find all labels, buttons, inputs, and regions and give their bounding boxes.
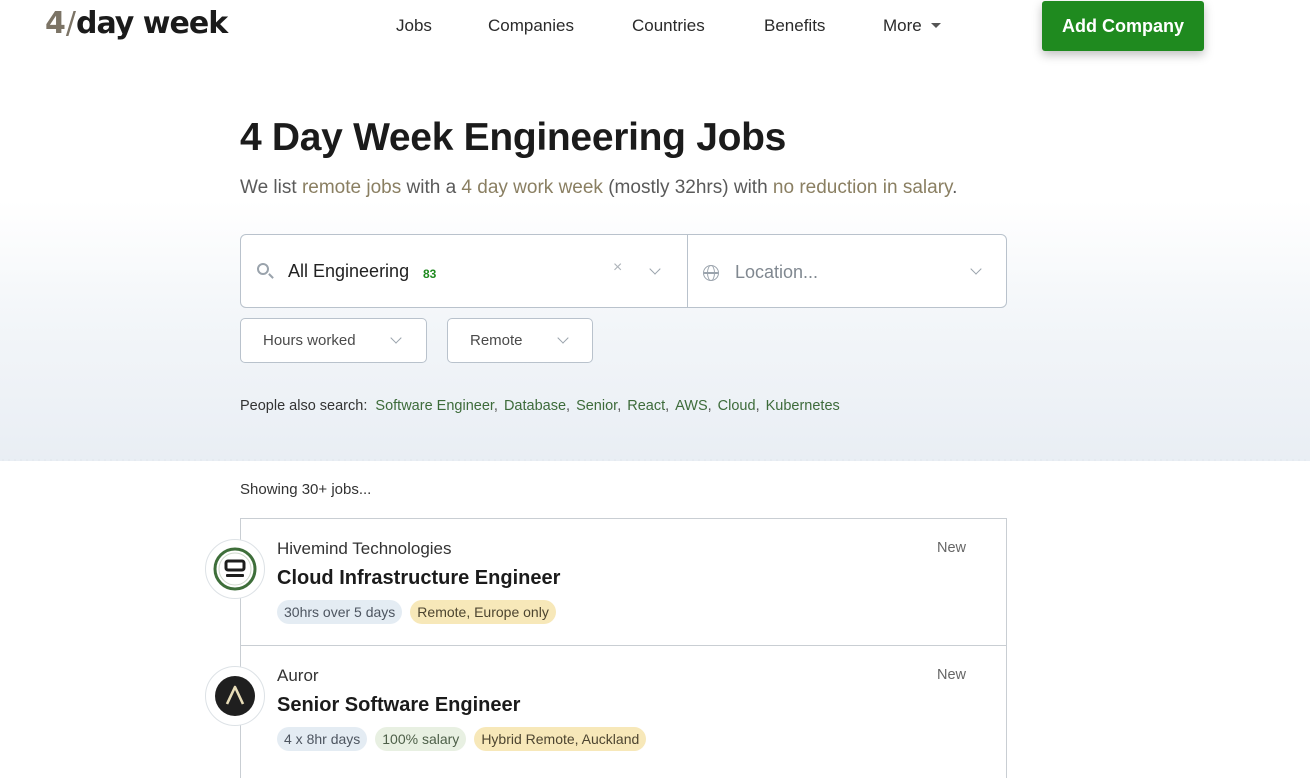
site-logo[interactable]: 4/day week: [45, 6, 228, 46]
also-search-tag[interactable]: React: [627, 398, 665, 414]
hours-worked-dropdown[interactable]: Hours worked: [240, 318, 427, 363]
page-title: 4 Day Week Engineering Jobs: [240, 116, 787, 159]
location-input[interactable]: [735, 259, 965, 285]
add-company-button[interactable]: Add Company: [1042, 1, 1204, 51]
company-name[interactable]: Hivemind Technologies: [277, 539, 452, 559]
nav-more[interactable]: More: [883, 16, 941, 36]
subtitle-text: .: [952, 177, 958, 198]
job-card[interactable]: Hivemind Technologies Cloud Infrastructu…: [205, 519, 1006, 645]
job-list: Hivemind Technologies Cloud Infrastructu…: [205, 518, 1007, 778]
hours-badge: 4 x 8hr days: [277, 727, 368, 751]
dotted-divider: [0, 459, 1310, 461]
logo-wordmark: day week: [75, 6, 228, 41]
subtitle-text: with a: [401, 177, 462, 198]
category-count-badge: 83: [423, 267, 437, 281]
subtitle-link-4-day-week[interactable]: 4 day work week: [461, 177, 603, 198]
hours-badge: 30hrs over 5 days: [277, 600, 403, 624]
subtitle-link-no-reduction[interactable]: no reduction in salary: [773, 177, 952, 198]
hours-worked-label: Hours worked: [263, 332, 356, 349]
also-search-label: People also search:: [240, 398, 368, 414]
search-divider: [687, 235, 688, 307]
job-card[interactable]: Auror Senior Software Engineer 4 x 8hr d…: [205, 645, 1006, 771]
nav-countries[interactable]: Countries: [632, 16, 705, 36]
company-name[interactable]: Auror: [277, 666, 319, 686]
subtitle-text: (mostly 32hrs) with: [602, 177, 773, 198]
chevron-down-icon: [557, 332, 569, 344]
job-title[interactable]: Cloud Infrastructure Engineer: [277, 567, 560, 590]
also-search-tag[interactable]: Senior: [576, 398, 617, 414]
also-search-tag[interactable]: Database: [504, 398, 566, 414]
subtitle-link-remote-jobs[interactable]: remote jobs: [302, 177, 401, 198]
company-logo: [205, 666, 265, 726]
also-search-tag[interactable]: Kubernetes: [766, 398, 840, 414]
globe-icon: [703, 265, 719, 281]
subtitle-text: We list: [240, 177, 302, 198]
search-icon: [257, 263, 269, 275]
also-search-tag[interactable]: Cloud: [718, 398, 756, 414]
chevron-down-icon: [390, 332, 402, 344]
nav-benefits[interactable]: Benefits: [764, 16, 825, 36]
job-badges: 30hrs over 5 days Remote, Europe only: [277, 600, 556, 624]
remote-dropdown[interactable]: Remote: [447, 318, 593, 363]
job-badges: 4 x 8hr days 100% salary Hybrid Remote, …: [277, 727, 647, 751]
logo-slash: /: [65, 6, 76, 41]
job-search-bar: All Engineering 83 ×: [240, 234, 1007, 308]
remote-badge: Remote, Europe only: [410, 600, 556, 624]
results-count: Showing 30+ jobs...: [240, 481, 372, 498]
also-search-tag[interactable]: AWS: [675, 398, 708, 414]
company-logo: [205, 539, 265, 599]
remote-label: Remote: [470, 332, 523, 349]
auror-logo-icon: [215, 676, 255, 716]
page-subtitle: We list remote jobs with a 4 day work we…: [240, 177, 957, 199]
logo-four: 4: [45, 6, 66, 41]
nav-companies[interactable]: Companies: [488, 16, 574, 36]
people-also-search: People also search: Software Engineer, Da…: [240, 398, 840, 414]
clear-icon[interactable]: ×: [613, 259, 622, 277]
new-label: New: [936, 667, 966, 683]
job-title[interactable]: Senior Software Engineer: [277, 694, 520, 717]
remote-badge: Hybrid Remote, Auckland: [474, 727, 647, 751]
caret-down-icon: [930, 23, 941, 28]
nav-more-label: More: [883, 16, 922, 35]
also-search-tag[interactable]: Software Engineer: [375, 398, 494, 414]
category-selected-value: All Engineering: [288, 261, 410, 281]
salary-badge: 100% salary: [375, 727, 467, 751]
chevron-down-icon[interactable]: [970, 263, 982, 275]
site-header: 4/day week Jobs Companies Countries Bene…: [0, 0, 1310, 62]
hivemind-logo-icon: [213, 547, 257, 591]
nav-jobs[interactable]: Jobs: [396, 16, 432, 36]
new-label: New: [936, 540, 966, 556]
